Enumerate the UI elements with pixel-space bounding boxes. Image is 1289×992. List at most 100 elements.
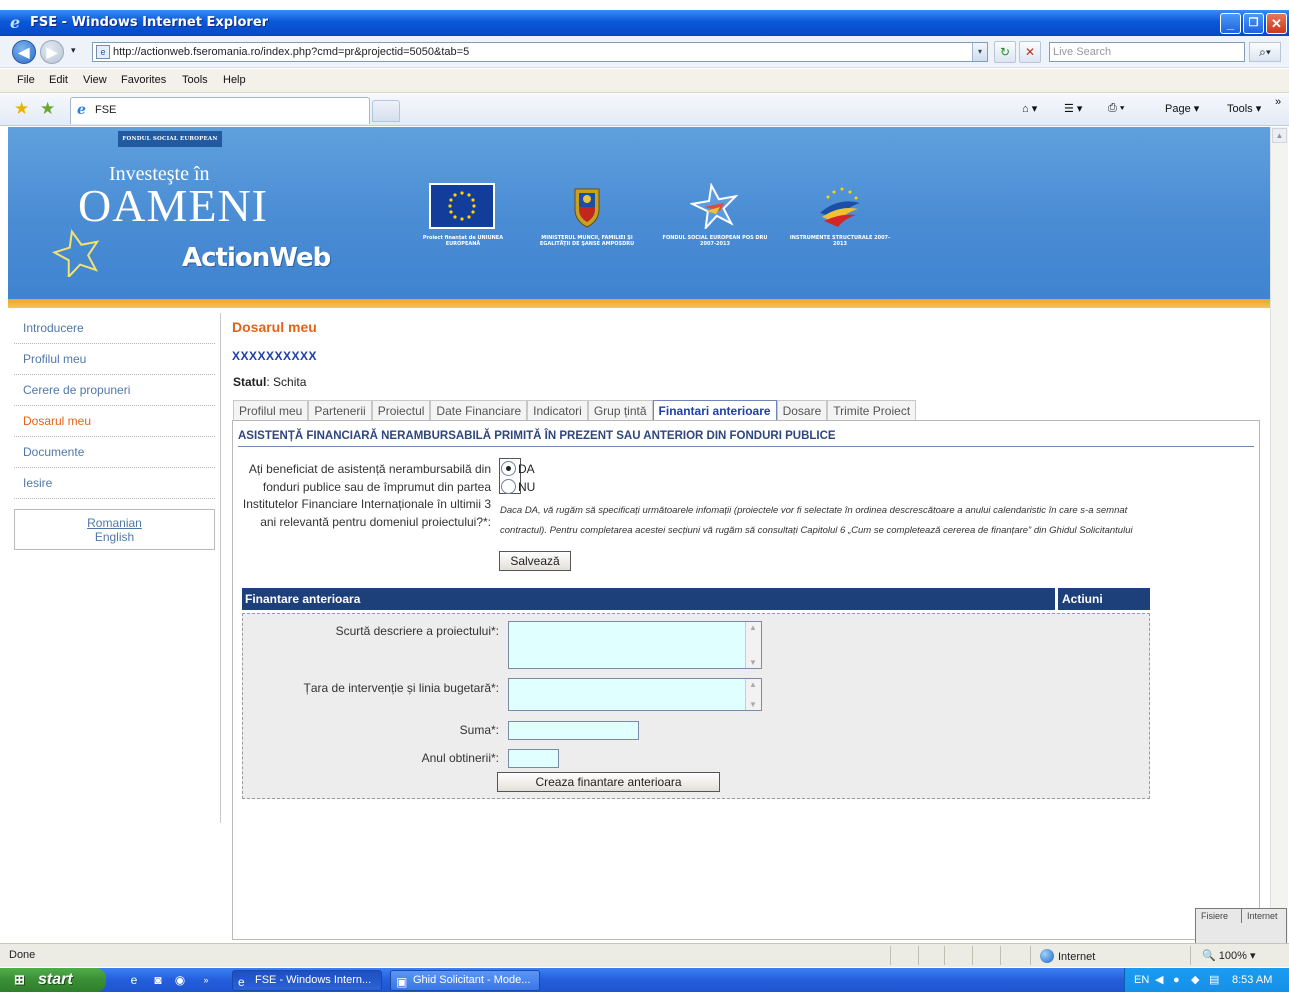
tab-date-financiare[interactable]: Date Financiare (430, 400, 528, 421)
tray-back-icon[interactable]: ◀ (1155, 968, 1163, 992)
taskbar-item-ghid[interactable]: ▣ Ghid Solicitant - Mode... (390, 970, 540, 991)
radio-nu-row[interactable]: NU (501, 478, 535, 496)
radio-da[interactable] (501, 461, 516, 476)
tab-panel: ASISTENȚĂ FINANCIARĂ NERAMBURSABILĂ PRIM… (232, 420, 1260, 940)
sum-input[interactable] (508, 721, 639, 740)
quicklaunch-media-icon[interactable]: ◉ (172, 972, 188, 988)
page-scrollbar[interactable]: ▲ (1270, 127, 1288, 942)
star-logo-icon (52, 229, 100, 277)
page-menu-button[interactable]: Page ▾ (1165, 102, 1199, 115)
description-textarea[interactable] (508, 621, 762, 669)
add-favorite-icon[interactable]: ★ (40, 100, 55, 117)
fse-top-label: FONDUL SOCIAL EUROPEAN (118, 131, 222, 147)
status-cell (1190, 946, 1191, 965)
menu-help[interactable]: Help (223, 74, 246, 86)
tray-language[interactable]: EN (1134, 968, 1149, 992)
sidebar-item-dosarul-meu[interactable]: Dosarul meu (14, 406, 215, 437)
tab-dosare[interactable]: Dosare (776, 400, 828, 421)
status-cell (1030, 946, 1031, 965)
floating-panel-right: Internet (1247, 911, 1278, 921)
back-button[interactable]: ◀ (12, 40, 36, 64)
forward-button[interactable]: ▶ (40, 40, 64, 64)
banner-orange-strip (8, 299, 1270, 308)
more-chevron-icon[interactable]: » (1275, 96, 1281, 108)
table-header-main: Finantare anterioara (245, 592, 361, 606)
table-header-separator (1055, 588, 1058, 610)
radio-nu[interactable] (501, 479, 516, 494)
task-label-ghid: Ghid Solicitant - Mode... (413, 974, 531, 986)
quicklaunch-outlook-icon[interactable]: ◙ (150, 972, 166, 988)
search-button[interactable]: ⌕▾ (1249, 42, 1281, 62)
security-zone: Internet (1040, 949, 1095, 963)
menu-favorites[interactable]: Favorites (121, 74, 166, 86)
sidebar-item-cerere-de-propuneri[interactable]: Cerere de propuneri (14, 375, 215, 406)
start-label: start (38, 971, 73, 988)
note-line-2: contractul). Pentru completarea acestei … (500, 525, 1133, 536)
tray-messenger-icon[interactable]: ◆ (1191, 968, 1199, 992)
browser-tab-fse[interactable]: e FSE (70, 97, 370, 124)
coat-of-arms-icon (574, 188, 600, 228)
tray-monitor-icon[interactable]: ▤ (1209, 968, 1219, 992)
tab-finantari-anterioare[interactable]: Finantari anterioare (652, 400, 777, 421)
refresh-button[interactable]: ↻ (994, 41, 1016, 63)
eu-logo-caption: Proiect finanțat de UNIUNEA EUROPEANĂ (422, 235, 504, 247)
instructions-note: Daca DA, vă rugăm să specificați următoa… (500, 501, 1250, 541)
country-scrollbar[interactable] (745, 679, 761, 710)
instrumente-logo-caption: INSTRUMENTE STRUCTURALE 2007-2013 (789, 235, 891, 247)
zone-label: Internet (1058, 951, 1096, 963)
description-scrollbar[interactable] (745, 622, 761, 668)
save-button[interactable]: Salvează (499, 551, 571, 571)
windows-taskbar: ⊞ start e ◙ ◉ » e FSE - Windows Intern... … (0, 968, 1289, 992)
tab-trimite-proiect[interactable]: Trimite Proiect (827, 400, 917, 421)
menu-tools[interactable]: Tools (182, 74, 208, 86)
taskbar-item-fse[interactable]: e FSE - Windows Intern... (232, 970, 382, 991)
recent-pages-dropdown-icon[interactable]: ▾ (71, 45, 76, 56)
sidebar-item-introducere[interactable]: Introducere (14, 313, 215, 344)
start-button[interactable]: ⊞ start (0, 968, 106, 992)
stop-button[interactable]: ✕ (1019, 41, 1041, 63)
new-tab-button[interactable] (372, 100, 400, 122)
floating-panel: Fisiere Internet (1195, 908, 1287, 948)
browser-tab-label: FSE (95, 104, 117, 116)
lang-english-link[interactable]: English (15, 530, 214, 544)
search-input[interactable]: Live Search (1049, 42, 1245, 62)
sidebar-item-documente[interactable]: Documente (14, 437, 215, 468)
country-budget-textarea[interactable] (508, 678, 762, 711)
menu-edit[interactable]: Edit (49, 74, 68, 86)
ministry-logo-caption: MINISTERUL MUNCII, FAMILIEI ŞI EGALITĂŢI… (539, 235, 635, 247)
year-input[interactable] (508, 749, 559, 768)
tools-menu-button[interactable]: Tools ▾ (1227, 102, 1261, 115)
minimize-button[interactable]: _ (1220, 13, 1241, 34)
sidebar-divider (220, 313, 221, 823)
zoom-control[interactable]: 🔍 100% ▾ (1202, 949, 1255, 962)
restore-button[interactable]: ❐ (1243, 13, 1264, 34)
print-button[interactable]: ⎙ ▾ (1108, 102, 1124, 115)
home-button[interactable]: ⌂ ▾ (1022, 102, 1037, 115)
actionweb-logo: ActionWeb (182, 243, 331, 273)
url-dropdown-icon[interactable]: ▾ (972, 43, 987, 61)
quicklaunch-more-icon[interactable]: » (198, 972, 214, 988)
create-financing-button[interactable]: Creaza finantare anterioara (497, 772, 720, 792)
page-icon: e (96, 45, 110, 59)
close-button[interactable]: ✕ (1266, 13, 1287, 34)
tab-grup-tinta[interactable]: Grup țintă (587, 400, 653, 421)
sidebar-item-profilul-meu[interactable]: Profilul meu (14, 344, 215, 375)
tab-indicatori[interactable]: Indicatori (527, 400, 588, 421)
scroll-up-arrow[interactable]: ▲ (1272, 128, 1287, 143)
favorites-star-icon[interactable]: ★ (14, 100, 29, 117)
quicklaunch-ie-icon[interactable]: e (126, 972, 142, 988)
menu-file[interactable]: File (17, 74, 35, 86)
sidebar-item-iesire[interactable]: Iesire (14, 468, 215, 499)
url-field[interactable]: e http://actionweb.fseromania.ro/index.p… (92, 42, 988, 62)
feeds-button[interactable]: ☰ ▾ (1064, 102, 1082, 115)
tab-profilul-meu[interactable]: Profilul meu (233, 400, 309, 421)
menu-view[interactable]: View (83, 74, 107, 86)
lang-romanian-link[interactable]: Romanian (15, 516, 214, 530)
fse-logo-caption: FONDUL SOCIAL EUROPEAN POS DRU 2007-2013 (662, 235, 768, 247)
eu-logo: Proiect finanțat de UNIUNEA EUROPEANĂ (423, 183, 503, 247)
tab-proiectul[interactable]: Proiectul (371, 400, 431, 421)
radio-da-row[interactable]: DA (501, 460, 535, 478)
word-task-icon: ▣ (396, 975, 408, 989)
tab-partenerii[interactable]: Partenerii (308, 400, 372, 421)
tray-network-icon[interactable]: ● (1173, 968, 1180, 992)
